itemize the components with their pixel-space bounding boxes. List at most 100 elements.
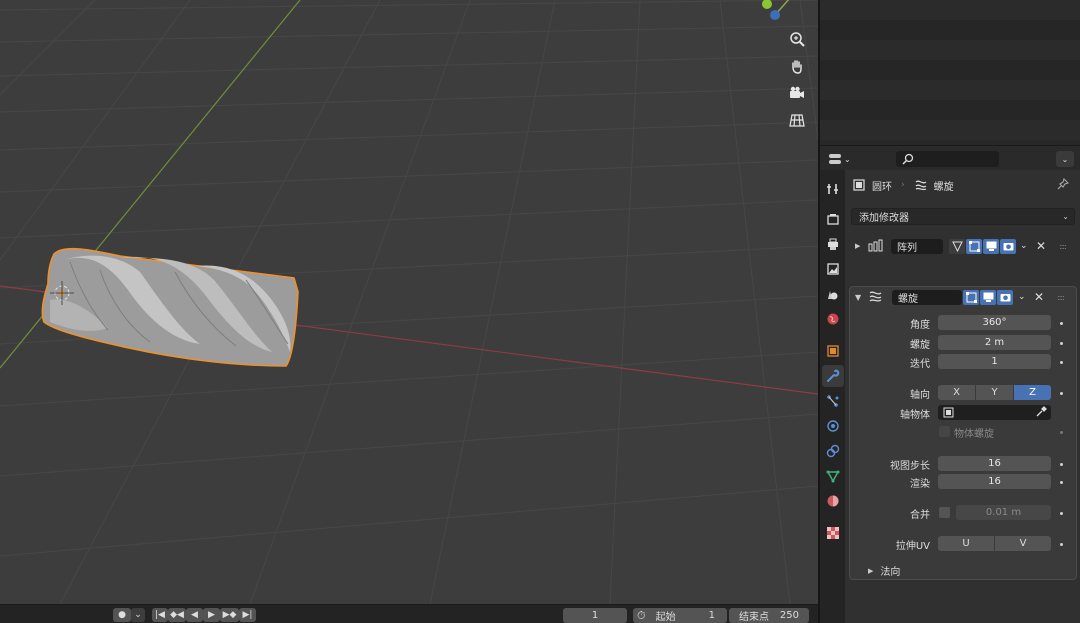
editor-type-dropdown[interactable]: ⌄ (828, 152, 854, 166)
stretch-uv-label: 拉伸UV (895, 541, 930, 552)
array-modifier-icon (868, 239, 884, 255)
scene-tab-icon[interactable] (822, 283, 844, 305)
render-toggle-icon[interactable] (1000, 238, 1016, 254)
viewport-display-toggle-icon[interactable] (980, 289, 996, 305)
edit-mode-toggle-icon[interactable] (963, 289, 979, 305)
keying-dropdown[interactable]: ⌄ (131, 608, 145, 622)
keyframe-dot[interactable] (1060, 392, 1063, 395)
keyframe-dot[interactable] (1060, 543, 1063, 546)
array-modifier-header[interactable]: ▶ 阵列 ⌄ ✕ :::: (849, 236, 1077, 256)
texture-tab-icon[interactable] (822, 522, 844, 544)
prev-keyframe-icon[interactable]: ◆◀ (168, 608, 186, 622)
material-tab-icon[interactable] (822, 490, 844, 512)
keyframe-dot[interactable] (1060, 322, 1063, 325)
outliner-panel[interactable] (820, 0, 1080, 145)
close-icon[interactable]: ✕ (1034, 290, 1044, 304)
properties-search-input[interactable] (896, 151, 999, 167)
tool-tab-icon[interactable] (822, 178, 844, 200)
drag-handle-icon[interactable]: :::: (1057, 293, 1065, 302)
jump-end-icon[interactable]: ▶| (239, 608, 256, 622)
object-tab-icon[interactable] (822, 340, 844, 362)
axis-x-button[interactable]: X (938, 385, 975, 400)
keyframe-dot[interactable] (1060, 463, 1063, 466)
steps-viewport-label: 视图步长 (890, 461, 930, 472)
axis-y-button[interactable]: Y (976, 385, 1013, 400)
keyframe-dot[interactable] (1060, 342, 1063, 345)
stretch-u-button[interactable]: U (938, 536, 994, 551)
play-icon[interactable]: ▶ (203, 608, 220, 622)
render-toggle-icon[interactable] (997, 289, 1013, 305)
play-reverse-icon[interactable]: ◀ (186, 608, 203, 622)
edit-mode-toggle-icon[interactable] (966, 238, 982, 254)
angle-label: 角度 (910, 320, 930, 331)
drag-handle-icon[interactable]: :::: (1059, 242, 1067, 251)
screw-modifier-icon (868, 290, 883, 306)
end-frame-field[interactable]: 结束点 250 (729, 608, 809, 623)
render-steps-field[interactable]: 16 (938, 474, 1051, 489)
close-icon[interactable]: ✕ (1036, 239, 1046, 253)
expand-arrow-icon: ▶ (868, 566, 874, 575)
zoom-icon[interactable] (784, 26, 810, 52)
object-icon (852, 178, 866, 192)
eyedropper-icon[interactable] (1036, 405, 1047, 420)
next-keyframe-icon[interactable]: ▶◆ (220, 608, 239, 622)
array-modifier-name-field[interactable]: 阵列 (891, 238, 943, 254)
axis-object-field[interactable] (938, 405, 1051, 420)
chevron-down-icon[interactable]: ⌄ (1018, 292, 1026, 302)
particles-tab-icon[interactable] (822, 390, 844, 412)
screw-modifier-icon (914, 178, 928, 192)
grid-view-icon[interactable] (784, 107, 810, 133)
world-tab-icon[interactable] (822, 308, 844, 330)
stopwatch-icon[interactable]: ⏱ (637, 609, 646, 623)
camera-icon[interactable] (784, 80, 810, 106)
output-tab-icon[interactable] (822, 233, 844, 255)
iterations-field[interactable]: 1 (938, 354, 1051, 369)
keyframe-dot[interactable] (1060, 431, 1063, 434)
view-layer-tab-icon[interactable] (822, 258, 844, 280)
object-screw-checkbox[interactable] (939, 426, 950, 437)
screw-object (41, 247, 299, 367)
merge-checkbox[interactable] (939, 507, 950, 518)
jump-start-icon[interactable]: |◀ (152, 608, 168, 622)
properties-header: ⌄ ⌄ (820, 145, 1080, 170)
3d-viewport[interactable] (0, 0, 818, 604)
properties-body: 圆环 › 螺旋 添加修改器 ⌄ ▶ 阵列 ⌄ ✕:::: ▼ 螺旋 ⌄ ✕:… (845, 170, 1080, 623)
hand-pan-icon[interactable] (784, 53, 810, 79)
data-tab-icon[interactable] (822, 465, 844, 487)
angle-field[interactable]: 360° (938, 315, 1051, 330)
viewport-display-toggle-icon[interactable] (983, 238, 999, 254)
collapse-arrow-icon[interactable]: ▼ (855, 293, 861, 302)
expand-arrow-icon[interactable]: ▶ (855, 242, 860, 250)
axis-z-button[interactable]: Z (1014, 385, 1051, 400)
options-dropdown[interactable]: ⌄ (1056, 151, 1074, 167)
axis-object-label: 轴物体 (900, 410, 930, 421)
keyframe-dot[interactable] (1060, 512, 1063, 515)
keyframe-record-button[interactable]: ● (113, 608, 131, 622)
screw-modifier-header[interactable]: ▼ 螺旋 ⌄ ✕ :::: (850, 287, 1078, 307)
add-modifier-dropdown[interactable]: 添加修改器 ⌄ (851, 208, 1075, 225)
edit-cage-icon[interactable] (949, 238, 965, 254)
current-frame-value: 1 (591, 610, 599, 621)
object-screw-label: 物体螺旋 (954, 429, 994, 440)
stretch-v-button[interactable]: V (995, 536, 1051, 551)
render-tab-icon[interactable] (822, 208, 844, 230)
constraints-tab-icon[interactable] (822, 440, 844, 462)
screw-modifier-name-field[interactable]: 螺旋 (892, 289, 962, 305)
keyframe-dot[interactable] (1060, 481, 1063, 484)
modifier-tab-icon[interactable] (822, 365, 844, 387)
chevron-down-icon[interactable]: ⌄ (1020, 241, 1028, 251)
physics-tab-icon[interactable] (822, 415, 844, 437)
breadcrumb: 圆环 › 螺旋 (852, 178, 954, 193)
start-frame-field[interactable]: ⏱ 起始 1 (633, 608, 727, 623)
keyframe-dot[interactable] (1060, 361, 1063, 364)
current-frame-field[interactable]: 1 (563, 608, 627, 623)
chevron-down-icon: ⌄ (1062, 212, 1069, 221)
merge-threshold-field[interactable]: 0.01 m (956, 505, 1051, 520)
screw-offset-field[interactable]: 2 m (938, 335, 1051, 350)
screw-modifier-panel: ▼ 螺旋 ⌄ ✕ :::: 角度 360° 螺旋 2 m 迭代 1 轴向 X Y… (849, 286, 1077, 580)
pin-icon[interactable] (1057, 177, 1070, 193)
normals-subpanel-header[interactable]: ▶ 法向 (868, 563, 900, 579)
steps-viewport-field[interactable]: 16 (938, 456, 1051, 471)
search-icon (902, 153, 914, 165)
axis-label: 轴向 (910, 390, 930, 401)
